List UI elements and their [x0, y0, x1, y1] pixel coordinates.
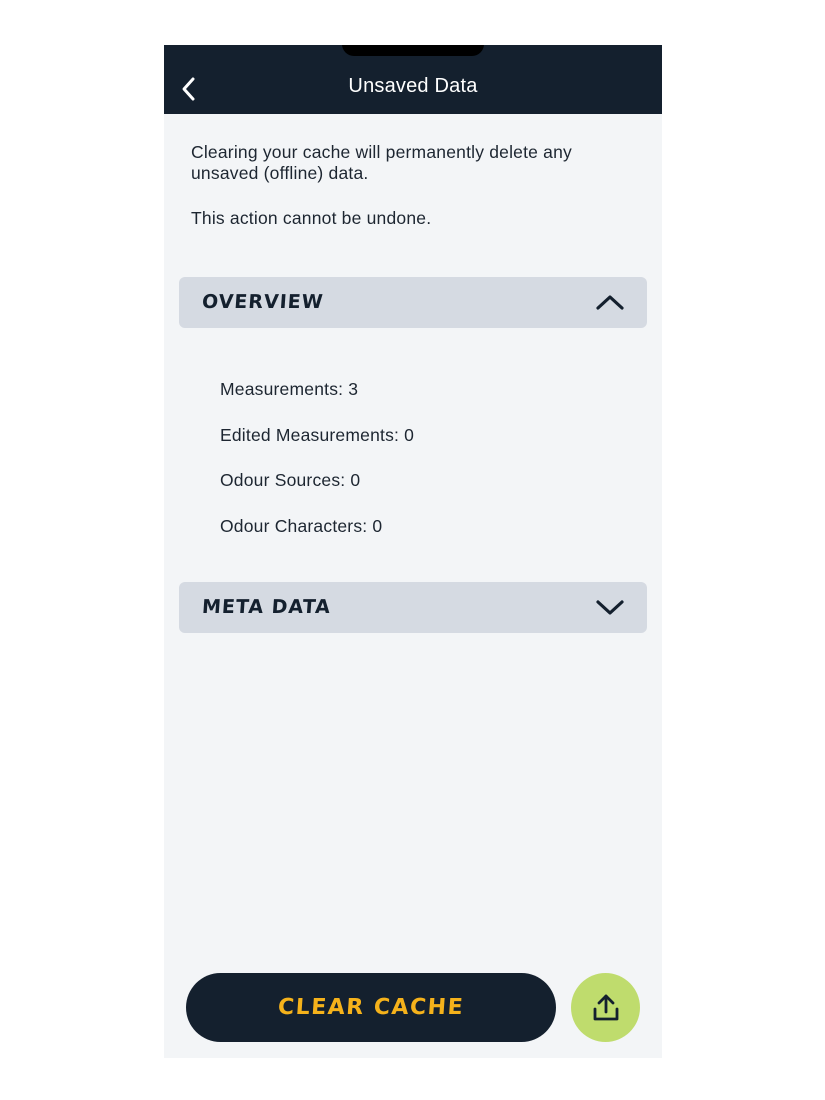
overview-section-header[interactable]: OVERVIEW	[179, 277, 647, 328]
clear-cache-button[interactable]: CLEAR CACHE	[186, 973, 556, 1042]
upload-button[interactable]	[571, 973, 640, 1042]
chevron-up-icon	[596, 295, 624, 310]
cache-description: Clearing your cache will permanently del…	[191, 142, 572, 183]
chevron-down-icon	[596, 600, 624, 615]
undo-warning: This action cannot be undone.	[191, 208, 432, 228]
page-title: Unsaved Data	[348, 75, 478, 97]
app-screen: Unsaved Data Clearing your cache will pe…	[164, 45, 662, 1058]
list-item: Edited Measurements: 0	[220, 424, 415, 445]
intro-text: Clearing your cache will permanently del…	[191, 142, 631, 229]
list-item: Odour Sources: 0	[220, 470, 361, 490]
overview-section-title: OVERVIEW	[201, 291, 325, 313]
meta-data-section-header[interactable]: META DATA	[179, 582, 647, 633]
device-notch	[342, 45, 484, 56]
top-bar: Unsaved Data	[164, 45, 662, 114]
upload-icon	[593, 994, 618, 1020]
list-item: Measurements: 3	[220, 379, 359, 399]
clear-cache-label: CLEAR CACHE	[277, 995, 465, 1020]
overview-list: Measurements: 3 Edited Measurements: 0 O…	[220, 379, 620, 561]
list-item: Odour Characters: 0	[220, 515, 383, 536]
meta-data-section-title: META DATA	[201, 596, 332, 618]
